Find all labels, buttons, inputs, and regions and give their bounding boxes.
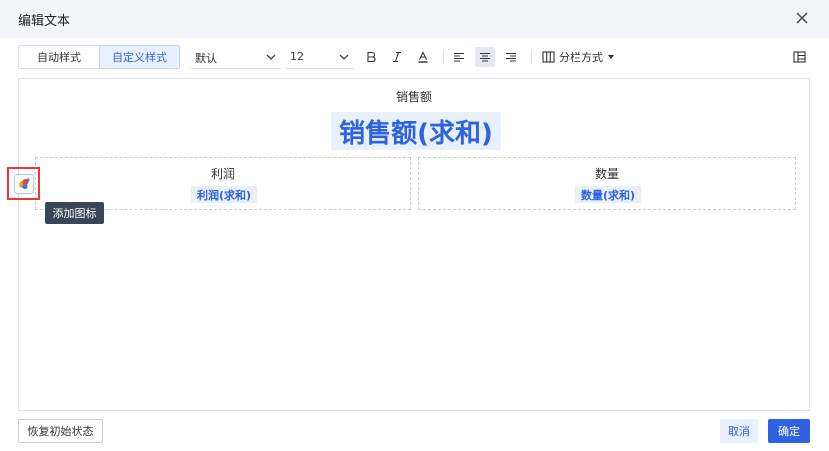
font-family-select[interactable]: 默认 (191, 45, 281, 69)
cancel-button[interactable]: 取消 (720, 419, 758, 443)
font-size-value: 12 (290, 50, 304, 63)
layout-panel-icon[interactable] (789, 47, 809, 67)
add-icon-icon (19, 178, 30, 190)
column-label: 数量 (594, 167, 619, 181)
edit-text-dialog: 编辑文本 自动样式 自定义样式 默认 12 分栏方式 销售额 销售额(求和) 利… (0, 0, 829, 451)
reset-button[interactable]: 恢复初始状态 (18, 419, 103, 443)
add-icon-tooltip: 添加图标 (45, 202, 104, 224)
column-box[interactable]: 数量 数量(求和) (418, 157, 796, 210)
auto-style-button[interactable]: 自动样式 (18, 45, 100, 69)
italic-icon[interactable] (387, 47, 407, 67)
dialog-title: 编辑文本 (18, 14, 71, 29)
confirm-button[interactable]: 确定 (768, 419, 810, 443)
close-icon[interactable] (793, 9, 811, 27)
dialog-header: 编辑文本 (0, 0, 829, 38)
custom-style-button[interactable]: 自定义样式 (99, 45, 180, 69)
format-toolbar: 自动样式 自定义样式 默认 12 分栏方式 (18, 45, 811, 69)
title-label: 销售额 (395, 90, 432, 104)
align-left-icon[interactable] (449, 47, 469, 67)
caret-down-icon (608, 55, 614, 59)
toolbar-divider (531, 50, 532, 64)
text-editor-canvas[interactable]: 销售额 销售额(求和) 利润 利润(求和) 数量 数量(求和) (18, 78, 810, 411)
title-field-tag[interactable]: 销售额(求和) (331, 112, 501, 150)
font-size-select[interactable]: 12 (286, 45, 354, 69)
text-color-icon[interactable] (413, 47, 433, 67)
add-icon-button[interactable] (14, 174, 34, 194)
toolbar-divider (443, 50, 444, 64)
column-mode-dropdown[interactable]: 分栏方式 (542, 47, 615, 67)
column-field-tag[interactable]: 数量(求和) (575, 186, 641, 203)
align-center-icon[interactable] (475, 47, 495, 67)
chevron-down-icon (266, 54, 276, 60)
align-right-icon[interactable] (501, 47, 521, 67)
chevron-down-icon (339, 54, 349, 60)
columns-icon (542, 51, 555, 63)
column-field-tag[interactable]: 利润(求和) (191, 186, 257, 203)
column-mode-label: 分栏方式 (559, 51, 603, 64)
bold-icon[interactable] (361, 47, 381, 67)
font-family-value: 默认 (195, 52, 217, 65)
column-label: 利润 (210, 167, 235, 181)
